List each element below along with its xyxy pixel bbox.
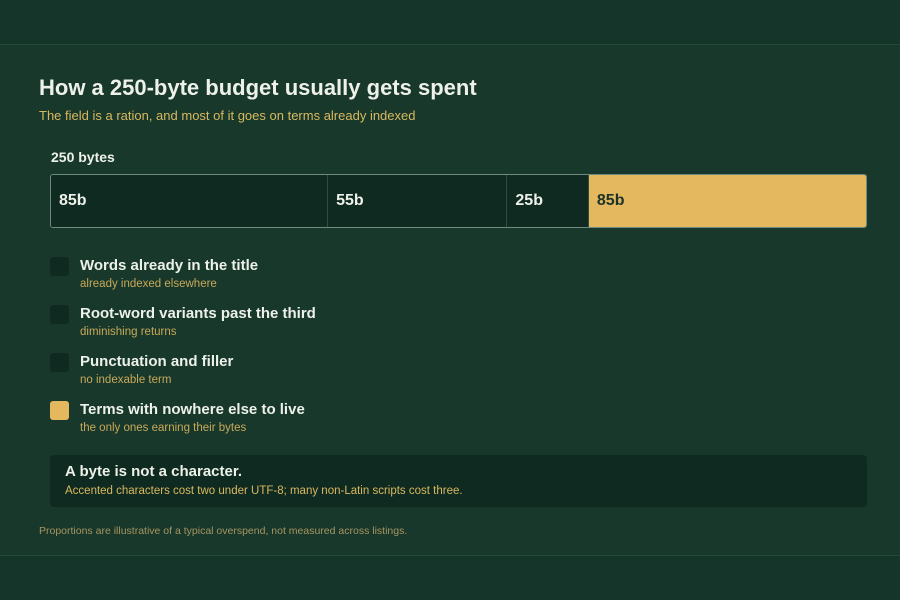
callout-body: Accented characters cost two under UTF-8… [65,485,463,497]
legend-item-title-words: Words already in the title already indexe… [50,257,867,305]
bar-segment-value-label: 85b [596,192,625,209]
bar-segment-title-words: 85b [51,175,329,227]
legend-item-unique-terms: Terms with nowhere else to live the only … [50,401,867,449]
legend-label: Terms with nowhere else to live [80,401,305,418]
bar-segment-value-label: 25b [515,192,543,209]
budget-total-label: 250 bytes [51,149,115,165]
bar-segment-root-variants: 55b [328,175,508,227]
bar-segment-value-label: 85b [59,192,87,209]
legend: Words already in the title already indexe… [50,257,867,449]
legend-note: already indexed elsewhere [80,278,217,290]
legend-swatch [50,353,69,372]
callout-box: A byte is not a character. Accented char… [50,455,867,507]
bar-segment-unique-terms: 85b [588,175,866,227]
bar-segment-value-label: 55b [336,192,364,209]
footnote: Proportions are illustrative of a typica… [39,525,408,537]
legend-note: the only ones earning their bytes [80,422,247,434]
chart-subtitle: The field is a ration, and most of it go… [39,108,416,123]
legend-item-root-variants: Root-word variants past the third diminis… [50,305,867,353]
chart-panel: How a 250-byte budget usually gets spent… [0,44,900,556]
chart-title: How a 250-byte budget usually gets spent [39,75,477,100]
legend-swatch [50,257,69,276]
legend-label: Words already in the title [80,257,259,274]
legend-note: no indexable term [80,374,172,386]
legend-item-punctuation-filler: Punctuation and filler no indexable term [50,353,867,401]
legend-swatch [50,305,69,324]
bar-segment-punctuation-filler: 25b [507,175,589,227]
callout-title: A byte is not a character. [65,463,243,480]
legend-swatch [50,401,69,420]
legend-note: diminishing returns [80,326,177,338]
legend-label: Punctuation and filler [80,353,234,370]
stacked-budget-bar: 85b 55b 25b 85b [50,174,867,228]
legend-label: Root-word variants past the third [80,305,316,322]
